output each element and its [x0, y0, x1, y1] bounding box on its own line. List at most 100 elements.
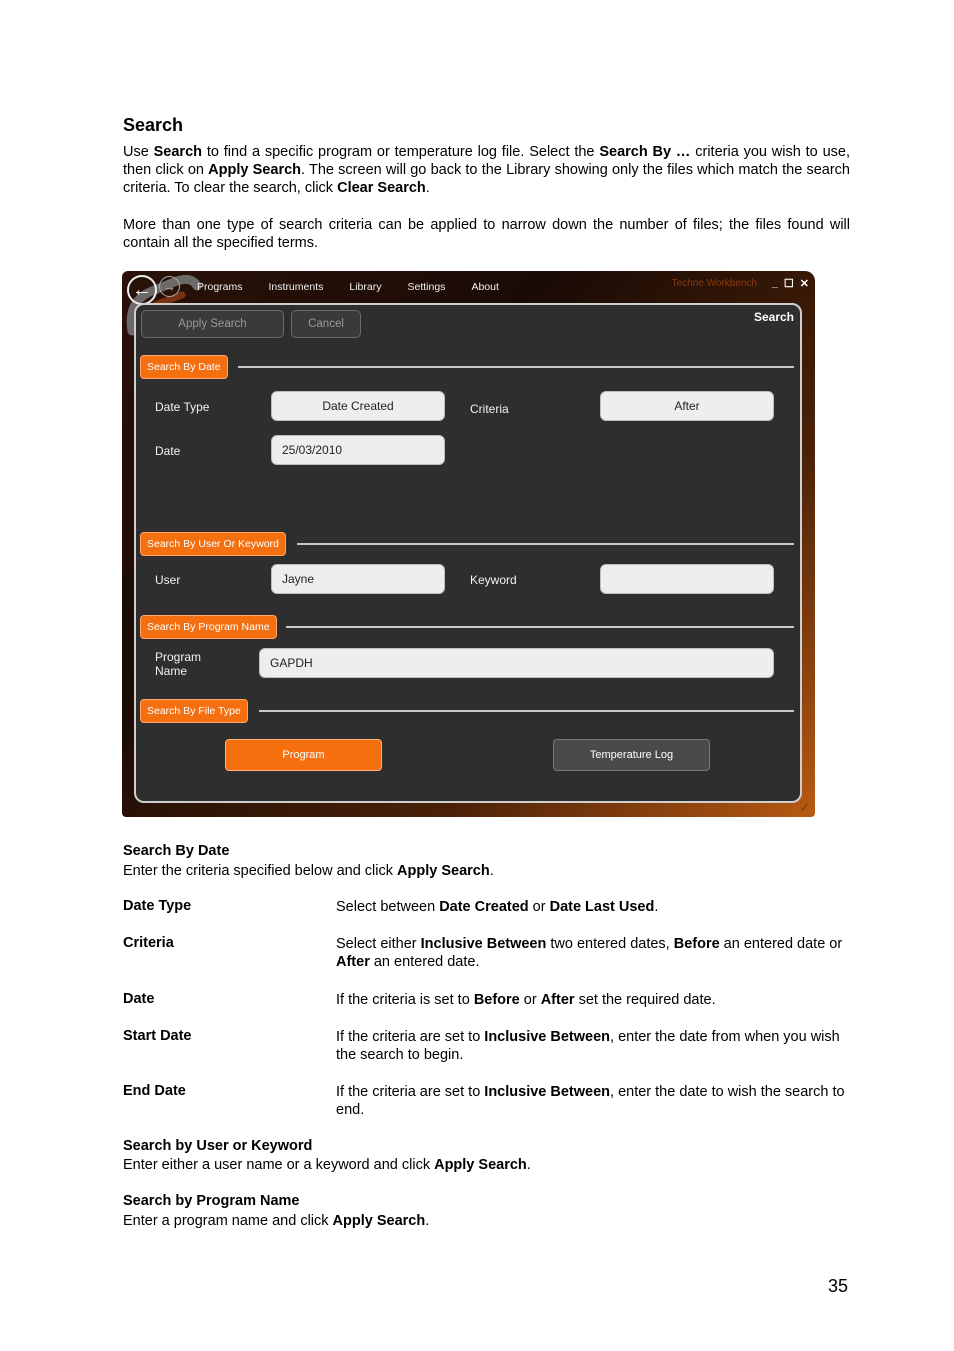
menu-library[interactable]: Library [349, 281, 381, 293]
body-text: to find a specific program or temperatur… [202, 144, 600, 160]
body-text: . [425, 1213, 430, 1229]
window-controls: _ ☐ ✕ [772, 277, 809, 290]
program-name-label-line1: Program [155, 650, 202, 664]
forward-button[interactable]: → [159, 276, 180, 297]
criteria-paragraph: More than one type of search criteria ca… [123, 217, 850, 251]
user-field[interactable] [271, 564, 445, 594]
date-label: Date [155, 444, 181, 458]
row-label-date: Date [123, 991, 155, 1007]
user-label: User [155, 573, 181, 587]
page-title: Search [123, 115, 184, 135]
emphasis-text: Apply Search [434, 1157, 527, 1173]
body-text: . [489, 863, 494, 879]
program-name-field[interactable] [259, 648, 774, 678]
emphasis-text: After [336, 954, 370, 970]
emphasis-text: Apply Search [332, 1213, 426, 1229]
program-name-input[interactable] [270, 656, 773, 670]
search-by-program-intro: Enter a program name and click Apply Sea… [123, 1212, 850, 1230]
date-type-select[interactable]: Date Created [271, 391, 445, 421]
emphasis-text: After [540, 992, 575, 1008]
row-desc-criteria: Select either Inclusive Between two ente… [336, 935, 846, 971]
app-window: ← → Programs Instruments Library Setting… [122, 271, 815, 817]
row-label-criteria: Criteria [123, 935, 174, 951]
body-text: . [526, 1157, 531, 1173]
emphasis-text: Inclusive Between [484, 1029, 611, 1045]
section-search-by-date: Search By Date [140, 355, 228, 379]
program-name-label-line2: Name [155, 664, 188, 678]
section-search-by-file-type: Search By File Type [140, 699, 248, 723]
section-divider [259, 710, 794, 712]
menu-settings[interactable]: Settings [407, 281, 445, 293]
emphasis-text: Date Last Used [549, 899, 655, 915]
emphasis-text: Inclusive Between [420, 936, 547, 952]
program-name-label: Program Name [155, 650, 201, 678]
emphasis-text: Apply Search [208, 162, 302, 178]
row-label-date-type: Date Type [123, 898, 192, 914]
file-type-program-button[interactable]: Program [225, 739, 382, 771]
row-desc-end-date: If the criteria are set to Inclusive Bet… [336, 1083, 846, 1119]
body-text: Select either [336, 936, 421, 952]
cancel-button[interactable]: Cancel [291, 310, 361, 338]
maximize-icon[interactable]: ☐ [784, 277, 794, 290]
keyword-label: Keyword [470, 573, 517, 587]
search-panel: Apply Search Cancel Search Search By Dat… [134, 303, 802, 803]
row-label-start-date: Start Date [123, 1028, 192, 1044]
app-name: Techne Workbench [671, 278, 757, 289]
body-text: an entered date. [369, 954, 480, 970]
body-text: If the criteria is set to [336, 992, 474, 1008]
criteria-select[interactable]: After [600, 391, 774, 421]
menu-about[interactable]: About [471, 281, 498, 293]
body-text: . [654, 899, 659, 915]
intro-paragraph: Use Search to find a specific program or… [123, 143, 850, 197]
emphasis-text: Apply Search [397, 863, 490, 879]
main-menu: Programs Instruments Library Settings Ab… [197, 281, 525, 293]
file-type-temperature-log-button[interactable]: Temperature Log [553, 739, 710, 771]
arrow-right-icon: → [163, 279, 176, 294]
user-input[interactable] [282, 572, 444, 586]
emphasis-text: Search [153, 144, 202, 160]
body-text: set the required date. [574, 992, 716, 1008]
date-type-label: Date Type [155, 400, 210, 414]
date-field[interactable] [271, 435, 445, 465]
body-text: two entered dates, [546, 936, 674, 952]
body-text: or [519, 992, 541, 1008]
menu-programs[interactable]: Programs [197, 281, 243, 293]
emphasis-text: Date Created [439, 899, 529, 915]
row-desc-date-type: Select between Date Created or Date Last… [336, 898, 846, 916]
back-button[interactable]: ← [127, 275, 157, 305]
section-divider [286, 626, 794, 628]
body-text: Use [123, 144, 154, 160]
section-search-by-program-name: Search By Program Name [140, 615, 277, 639]
search-by-user-intro: Enter either a user name or a keyword an… [123, 1156, 850, 1174]
criteria-label: Criteria [470, 402, 509, 416]
menu-instruments[interactable]: Instruments [269, 281, 324, 293]
body-text: Enter either a user name or a keyword an… [123, 1157, 435, 1173]
section-search-by-user-or-keyword: Search By User Or Keyword [140, 532, 286, 556]
section-divider [238, 366, 794, 368]
body-text: . [425, 180, 430, 196]
search-by-program-heading: Search by Program Name [123, 1193, 300, 1209]
emphasis-text: Inclusive Between [484, 1084, 611, 1100]
emphasis-text: Before [673, 936, 720, 952]
search-by-date-intro: Enter the criteria specified below and c… [123, 862, 850, 880]
apply-search-button[interactable]: Apply Search [141, 310, 284, 338]
row-label-end-date: End Date [123, 1083, 186, 1099]
section-divider [297, 543, 794, 545]
keyword-input[interactable] [611, 572, 773, 586]
minimize-icon[interactable]: _ [772, 277, 778, 290]
body-text: Enter a program name and click [123, 1213, 333, 1229]
close-icon[interactable]: ✕ [800, 277, 809, 290]
search-by-date-heading: Search By Date [123, 843, 230, 859]
row-desc-start-date: If the criteria are set to Inclusive Bet… [336, 1028, 846, 1064]
body-text: If the criteria are set to [336, 1029, 485, 1045]
emphasis-text: Clear Search [337, 180, 426, 196]
search-by-user-heading: Search by User or Keyword [123, 1138, 313, 1154]
arrow-left-icon: ← [132, 278, 152, 301]
date-input[interactable] [282, 443, 444, 457]
body-text: Enter the criteria specified below and c… [123, 863, 398, 879]
row-desc-date: If the criteria is set to Before or Afte… [336, 991, 846, 1009]
body-text: or [528, 899, 550, 915]
keyword-field[interactable] [600, 564, 774, 594]
resize-grip-icon[interactable]: ⟋ [801, 803, 813, 815]
body-text: If the criteria are set to [336, 1084, 485, 1100]
